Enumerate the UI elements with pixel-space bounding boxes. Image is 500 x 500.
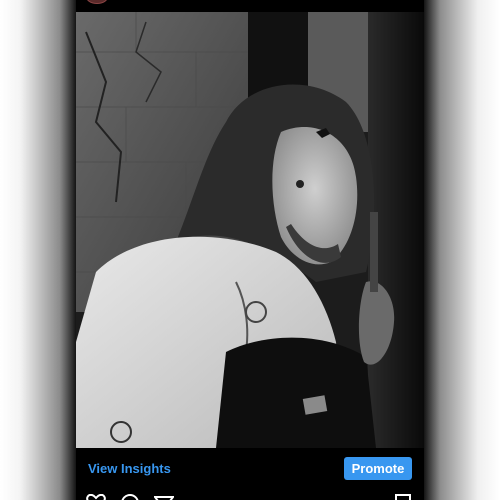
post-header-edge — [76, 0, 424, 12]
bookmark-icon[interactable] — [394, 494, 412, 500]
instagram-post-screen: View Insights Promote — [76, 0, 424, 500]
promote-button[interactable]: Promote — [344, 456, 412, 480]
right-blur-border — [424, 0, 500, 500]
comment-icon[interactable] — [120, 494, 140, 500]
send-icon[interactable] — [154, 494, 174, 500]
avatar[interactable] — [86, 0, 108, 4]
view-insights-link[interactable]: View Insights — [88, 461, 171, 476]
heart-icon[interactable] — [86, 494, 106, 500]
post-icon-row — [76, 488, 424, 500]
post-action-bar: View Insights Promote — [76, 448, 424, 488]
post-photo[interactable] — [76, 12, 424, 448]
left-blur-border — [0, 0, 76, 500]
